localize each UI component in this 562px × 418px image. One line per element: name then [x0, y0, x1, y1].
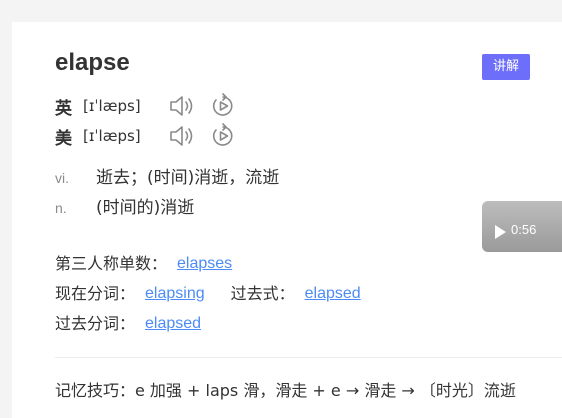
past-tense-label: 过去式： — [230, 284, 295, 303]
speaker-icon[interactable] — [168, 93, 194, 119]
play-icon — [495, 225, 506, 239]
speaker-icon[interactable] — [168, 123, 194, 149]
third-person-label: 第三人称单数： — [55, 254, 168, 273]
part-of-speech: vi. — [55, 170, 69, 186]
definition-row: vi. 逝去；(时间)消逝，流逝 — [55, 165, 279, 191]
replay-icon[interactable] — [210, 123, 236, 149]
past-participle-link[interactable]: elapsed — [145, 311, 201, 337]
headword: elapse — [55, 49, 130, 76]
past-tense-link[interactable]: elapsed — [305, 281, 361, 307]
explain-button[interactable]: 讲解 — [482, 54, 530, 80]
definition-text: (时间的)消逝 — [96, 198, 195, 218]
pron-lang-label: 英 — [55, 98, 72, 119]
dictionary-app: elapse 讲解 英 [ɪˈlæps] 美 [ɪˈlæps] vi. 逝去；(… — [0, 0, 562, 418]
word-forms-row: 过去分词： elapsed — [55, 311, 201, 337]
pron-lang-label: 美 — [55, 128, 72, 149]
word-forms-row: 现在分词： elapsing 过去式： elapsed — [55, 281, 361, 307]
word-forms-row: 第三人称单数： elapses — [55, 251, 232, 277]
past-participle-label: 过去分词： — [55, 314, 136, 333]
pronunciation-us: 美 [ɪˈlæps] — [55, 123, 236, 149]
definition-text: 逝去；(时间)消逝，流逝 — [96, 168, 280, 188]
present-participle-label: 现在分词： — [55, 284, 136, 303]
video-duration: 0:56 — [511, 222, 537, 237]
replay-icon[interactable] — [210, 93, 236, 119]
present-participle-link[interactable]: elapsing — [145, 281, 205, 307]
phonetic-text: [ɪˈlæps] — [83, 127, 141, 145]
phonetic-text: [ɪˈlæps] — [83, 97, 141, 115]
third-person-link[interactable]: elapses — [177, 251, 232, 277]
definition-row: n. (时间的)消逝 — [55, 195, 194, 221]
part-of-speech: n. — [55, 200, 67, 216]
pronunciation-uk: 英 [ɪˈlæps] — [55, 93, 236, 119]
mnemonic-text: 记忆技巧：e 加强 + laps 滑，滑走 + e → 滑走 → 〔时光〕流逝 — [55, 381, 516, 400]
video-thumbnail[interactable]: 0:56 — [482, 201, 562, 252]
divider — [55, 357, 562, 358]
